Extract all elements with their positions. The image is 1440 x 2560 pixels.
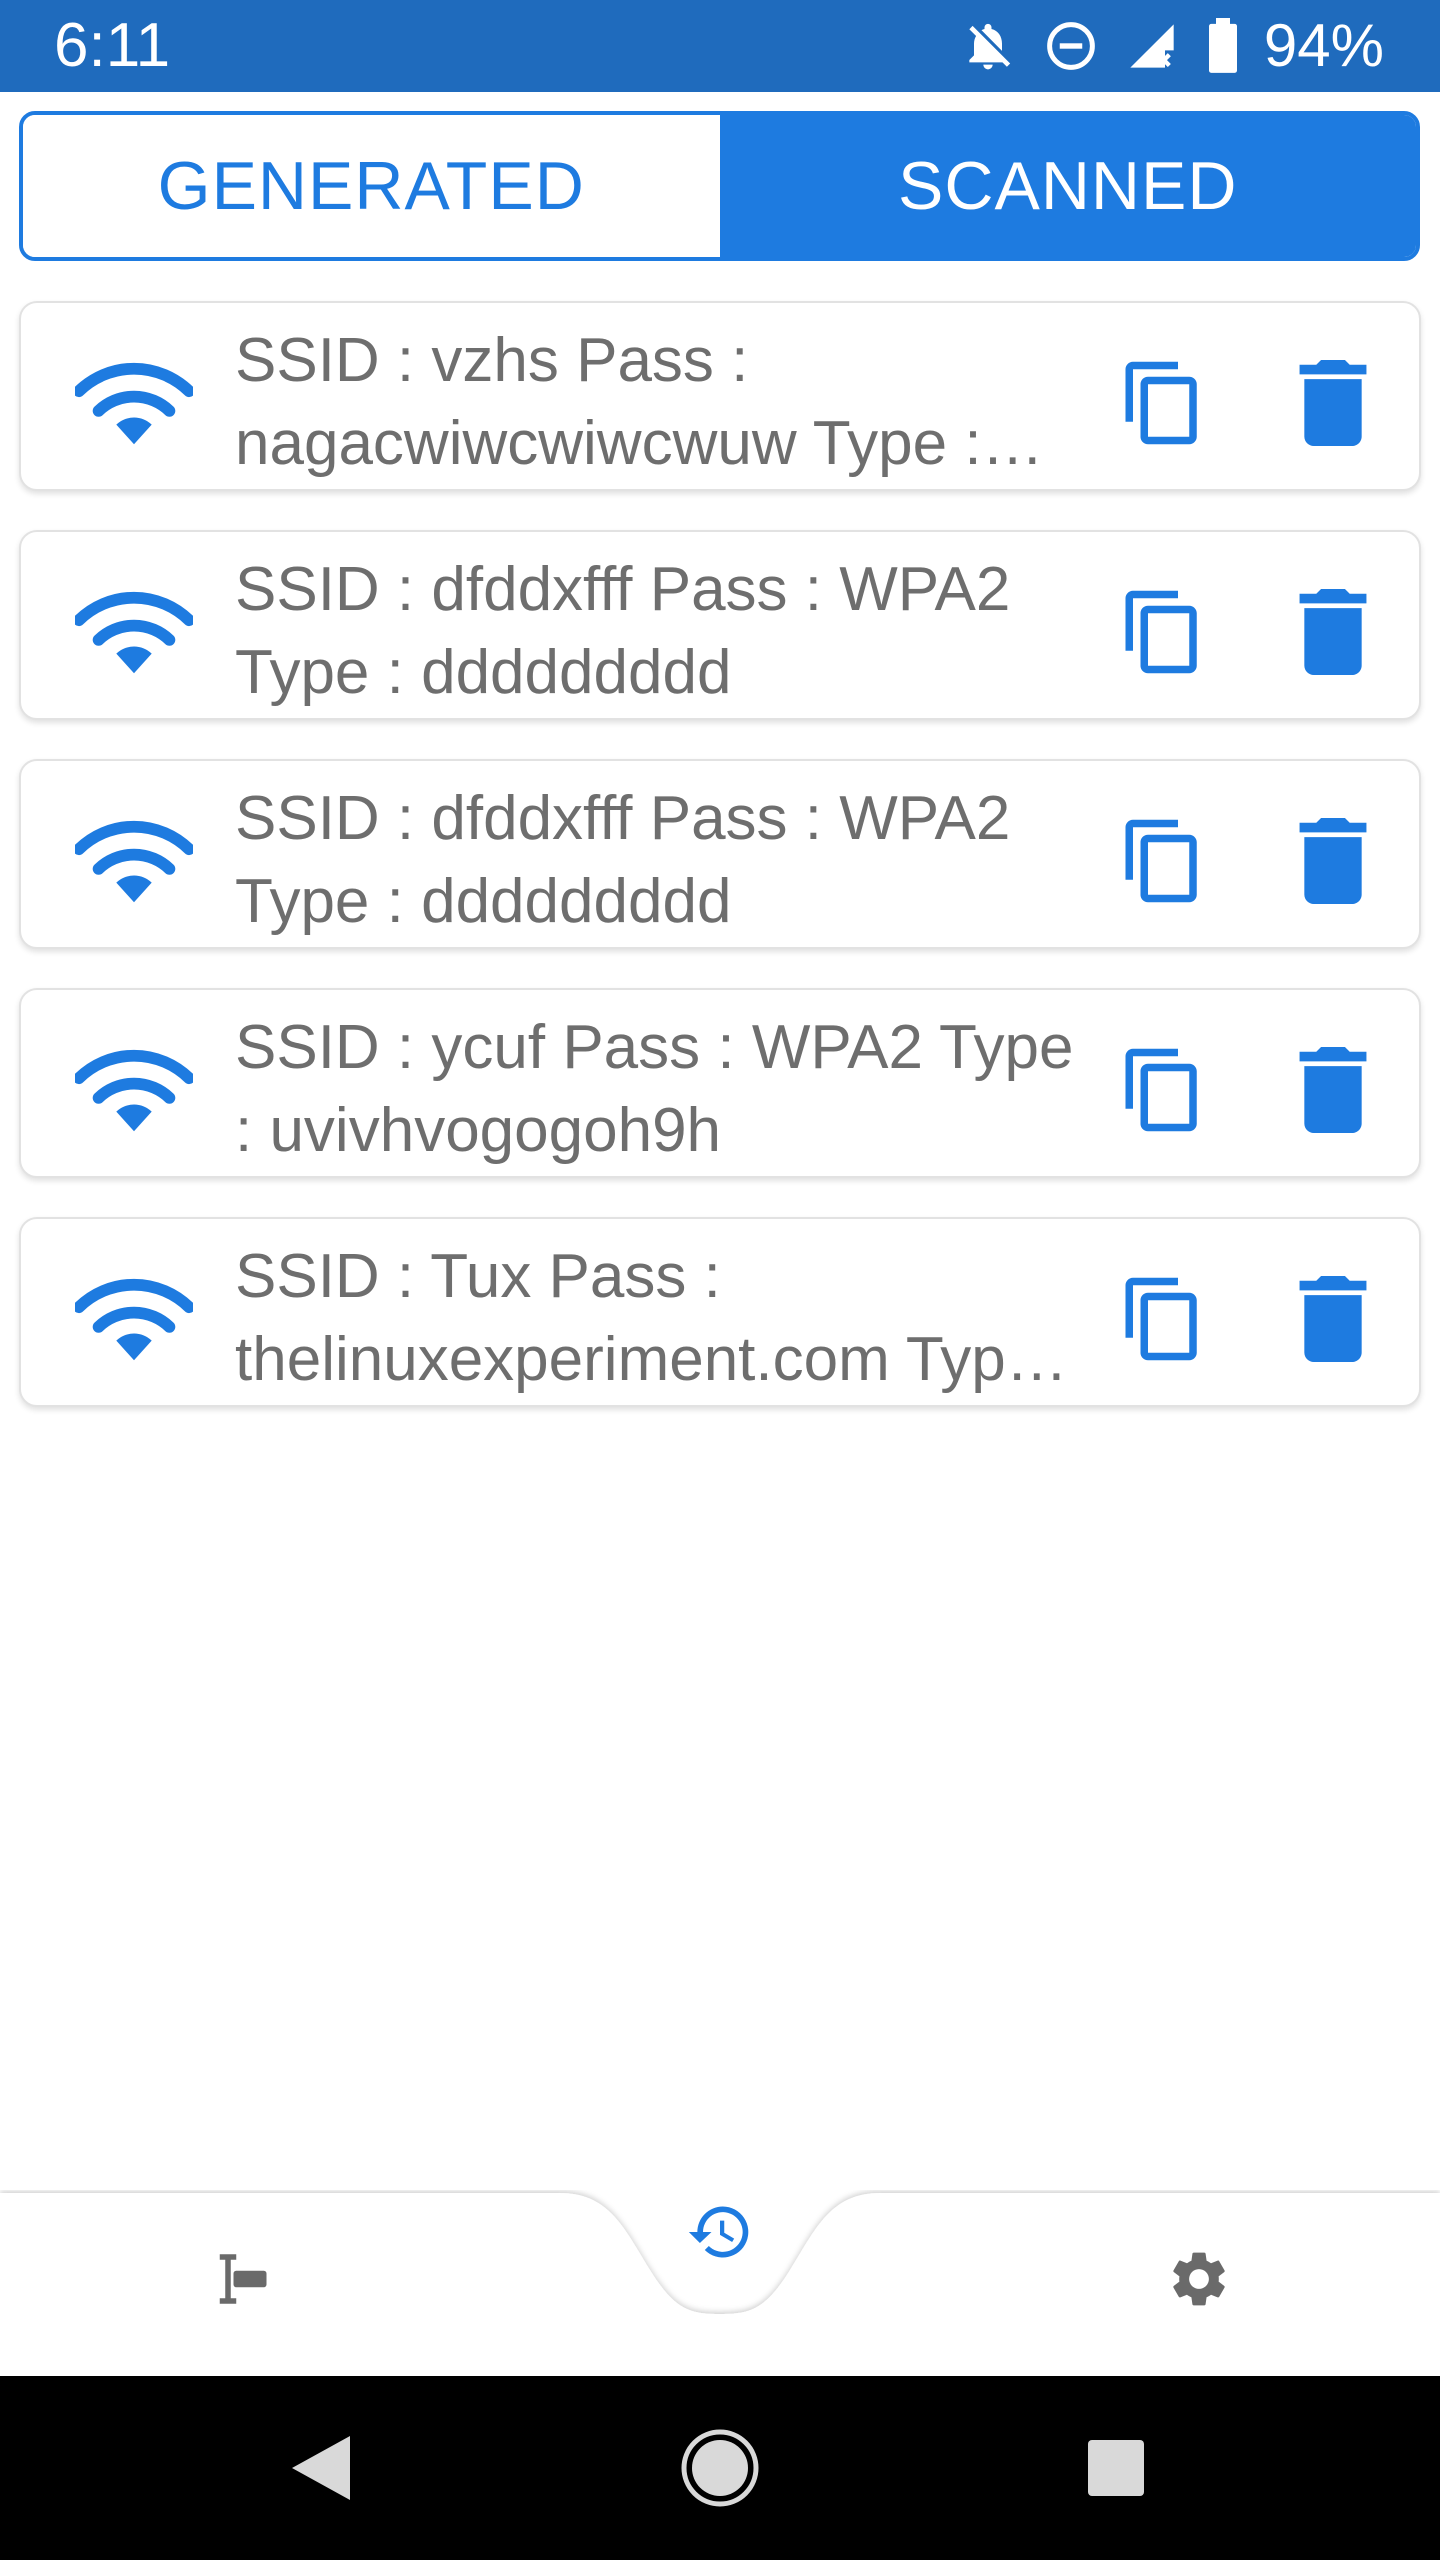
- delete-icon[interactable]: [1298, 1047, 1368, 1133]
- copy-icon[interactable]: [1118, 1045, 1208, 1135]
- settings-icon[interactable]: [1166, 2246, 1232, 2312]
- history-icon[interactable]: [686, 2198, 754, 2266]
- wifi-icon: [75, 820, 193, 903]
- do-not-disturb-icon: [1044, 19, 1098, 73]
- copy-icon[interactable]: [1118, 358, 1208, 448]
- status-icons: 94%: [960, 14, 1384, 78]
- wifi-icon: [75, 591, 193, 674]
- home-icon[interactable]: [680, 2428, 760, 2508]
- text-input-icon[interactable]: [206, 2246, 272, 2312]
- list-item[interactable]: SSID : dfddxfff Pass : WPA2 Type : ddddd…: [19, 530, 1421, 720]
- bottom-nav: [0, 2190, 1440, 2380]
- list-item[interactable]: SSID : dfddxfff Pass : WPA2 Type : ddddd…: [19, 759, 1421, 949]
- copy-icon[interactable]: [1118, 1274, 1208, 1364]
- delete-icon[interactable]: [1298, 818, 1368, 904]
- scanned-list: SSID : vzhs Pass : nagacwiwcwiwcwuw Type…: [19, 301, 1421, 1446]
- back-icon[interactable]: [290, 2434, 352, 2502]
- item-text: SSID : vzhs Pass : nagacwiwcwiwcwuw Type…: [235, 326, 982, 478]
- battery-icon: [1206, 18, 1240, 74]
- copy-icon[interactable]: [1118, 587, 1208, 677]
- history-tabs: GENERATED SCANNED: [19, 111, 1420, 261]
- tab-scanned[interactable]: SCANNED: [719, 115, 1416, 257]
- status-bar: 6:11 94%: [0, 0, 1440, 92]
- list-item[interactable]: SSID : vzhs Pass : nagacwiwcwiwcwuw Type…: [19, 301, 1421, 491]
- delete-icon[interactable]: [1298, 360, 1368, 446]
- delete-icon[interactable]: [1298, 589, 1368, 675]
- system-nav-bar: [0, 2376, 1440, 2560]
- wifi-icon: [75, 1049, 193, 1132]
- recents-icon[interactable]: [1086, 2438, 1146, 2498]
- wifi-icon: [75, 362, 193, 445]
- copy-icon[interactable]: [1118, 816, 1208, 906]
- bell-off-icon: [960, 18, 1016, 74]
- status-time: 6:11: [54, 11, 171, 80]
- list-item[interactable]: SSID : ycuf Pass : WPA2 Type : uvivhvogo…: [19, 988, 1421, 1178]
- signal-icon: [1126, 20, 1178, 72]
- item-text: SSID : Tux Pass : thelinuxexperiment.com…: [235, 1242, 1075, 1394]
- item-text: SSID : ycuf Pass : WPA2 Type : uvivhvogo…: [235, 1013, 1074, 1165]
- item-text: SSID : dfddxfff Pass : WPA2 Type : ddddd…: [235, 555, 1011, 707]
- wifi-icon: [75, 1278, 193, 1361]
- battery-percent: 94%: [1263, 12, 1384, 79]
- list-item[interactable]: SSID : Tux Pass : thelinuxexperiment.com…: [19, 1217, 1421, 1407]
- item-text: SSID : dfddxfff Pass : WPA2 Type : ddddd…: [235, 784, 1011, 936]
- tab-generated[interactable]: GENERATED: [23, 115, 720, 257]
- delete-icon[interactable]: [1298, 1276, 1368, 1362]
